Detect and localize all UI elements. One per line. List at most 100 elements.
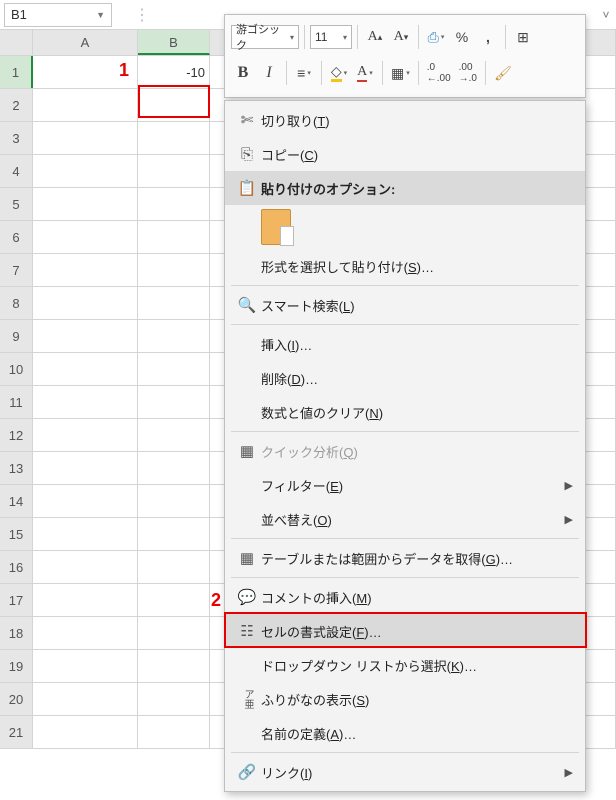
align-button[interactable]: ≡▾ <box>292 59 316 87</box>
row-header[interactable]: 21 <box>0 716 33 748</box>
cell[interactable] <box>138 650 210 682</box>
accounting-format-button[interactable]: ⎙▾ <box>424 23 448 51</box>
cell[interactable] <box>33 221 138 253</box>
row-header[interactable]: 16 <box>0 551 33 583</box>
menu-smart-lookup[interactable]: 🔍 スマート検索(L) <box>225 288 585 322</box>
menu-paste-special[interactable]: 形式を選択して貼り付け(S)… <box>225 249 585 283</box>
row-header[interactable]: 4 <box>0 155 33 187</box>
row-header[interactable]: 11 <box>0 386 33 418</box>
font-name-combo[interactable]: 游ゴシック ▾ <box>231 25 299 49</box>
cell[interactable] <box>33 155 138 187</box>
cell[interactable] <box>33 716 138 748</box>
cell[interactable] <box>138 221 210 253</box>
increase-font-button[interactable]: A▴ <box>363 23 387 51</box>
row-header[interactable]: 19 <box>0 650 33 682</box>
cell[interactable] <box>138 287 210 319</box>
cell[interactable] <box>138 188 210 220</box>
cell[interactable] <box>138 617 210 649</box>
row-header[interactable]: 18 <box>0 617 33 649</box>
menu-pick-from-dropdown[interactable]: ドロップダウン リストから選択(K)… <box>225 648 585 682</box>
menu-copy[interactable]: ⎘ コピー(C) <box>225 137 585 171</box>
menu-clear-contents[interactable]: 数式と値のクリア(N) <box>225 395 585 429</box>
percent-format-button[interactable]: % <box>450 23 474 51</box>
menu-insert[interactable]: 挿入(I)… <box>225 327 585 361</box>
cell[interactable] <box>138 584 210 616</box>
row-header[interactable]: 6 <box>0 221 33 253</box>
cell[interactable] <box>33 683 138 715</box>
menu-show-furigana[interactable]: ア亜 ふりがなの表示(S) <box>225 682 585 716</box>
row-header[interactable]: 2 <box>0 89 33 121</box>
cell[interactable] <box>33 419 138 451</box>
menu-delete[interactable]: 削除(D)… <box>225 361 585 395</box>
paste-option-default[interactable] <box>225 205 585 249</box>
name-box[interactable]: B1 ▼ <box>4 3 112 27</box>
row-header[interactable]: 17 <box>0 584 33 616</box>
cell[interactable] <box>33 584 138 616</box>
row-header[interactable]: 1 <box>0 56 33 88</box>
row-header[interactable]: 3 <box>0 122 33 154</box>
row-header[interactable]: 14 <box>0 485 33 517</box>
row-header[interactable]: 12 <box>0 419 33 451</box>
increase-decimal-button[interactable]: .0←.00 <box>424 59 454 87</box>
fill-color-button[interactable]: ◇▾ <box>327 59 351 87</box>
cell[interactable] <box>138 89 210 121</box>
cell[interactable] <box>33 518 138 550</box>
menu-link[interactable]: 🔗 リンク(I) ▶ <box>225 755 585 789</box>
merge-center-button[interactable]: ⊞ <box>511 23 535 51</box>
row-header[interactable]: 9 <box>0 320 33 352</box>
cell[interactable] <box>138 320 210 352</box>
cell[interactable] <box>138 485 210 517</box>
cell[interactable] <box>138 122 210 154</box>
decrease-decimal-button[interactable]: .00→.0 <box>456 59 480 87</box>
cell-b1[interactable]: -10 <box>138 56 210 88</box>
cell[interactable] <box>33 122 138 154</box>
italic-button[interactable]: I <box>257 59 281 87</box>
cell[interactable] <box>33 485 138 517</box>
cell[interactable] <box>33 551 138 583</box>
cell[interactable] <box>138 155 210 187</box>
cell[interactable] <box>138 452 210 484</box>
cell[interactable] <box>138 386 210 418</box>
cell[interactable] <box>33 254 138 286</box>
cell[interactable] <box>33 617 138 649</box>
cell[interactable] <box>138 551 210 583</box>
font-size-combo[interactable]: 11 ▾ <box>310 25 352 49</box>
cell[interactable] <box>33 287 138 319</box>
expand-formula-bar-icon[interactable]: ˅ <box>596 8 616 22</box>
column-header-a[interactable]: A <box>33 30 138 55</box>
menu-format-cells[interactable]: ☷ セルの書式設定(F)… <box>225 614 585 648</box>
cell[interactable] <box>33 89 138 121</box>
row-header[interactable]: 5 <box>0 188 33 220</box>
row-header[interactable]: 15 <box>0 518 33 550</box>
comma-format-button[interactable]: , <box>476 23 500 51</box>
cell[interactable] <box>33 386 138 418</box>
format-painter-button[interactable]: 🖌 <box>491 59 515 87</box>
cell[interactable] <box>33 452 138 484</box>
row-header[interactable]: 13 <box>0 452 33 484</box>
row-header[interactable]: 8 <box>0 287 33 319</box>
decrease-font-button[interactable]: A▾ <box>389 23 413 51</box>
menu-define-name[interactable]: 名前の定義(A)… <box>225 716 585 750</box>
cell[interactable] <box>138 254 210 286</box>
row-header[interactable]: 10 <box>0 353 33 385</box>
cell[interactable] <box>138 353 210 385</box>
menu-sort[interactable]: 並べ替え(O) ▶ <box>225 502 585 536</box>
cell[interactable] <box>138 518 210 550</box>
menu-insert-comment[interactable]: 💬 コメントの挿入(M) <box>225 580 585 614</box>
cell[interactable] <box>33 353 138 385</box>
cell[interactable] <box>138 419 210 451</box>
cell[interactable] <box>33 650 138 682</box>
row-header[interactable]: 20 <box>0 683 33 715</box>
row-header[interactable]: 7 <box>0 254 33 286</box>
borders-button[interactable]: ▦▾ <box>388 59 413 87</box>
menu-cut[interactable]: ✄ 切り取り(T) <box>225 103 585 137</box>
menu-paste-options[interactable]: 📋 貼り付けのオプション: <box>225 171 585 205</box>
column-header-b[interactable]: B <box>138 30 210 55</box>
bold-button[interactable]: B <box>231 59 255 87</box>
select-all-corner[interactable] <box>0 30 33 55</box>
cell[interactable] <box>138 683 210 715</box>
font-color-button[interactable]: A▾ <box>353 59 377 87</box>
menu-get-data[interactable]: ▦ テーブルまたは範囲からデータを取得(G)… <box>225 541 585 575</box>
cell[interactable] <box>33 320 138 352</box>
cell[interactable] <box>33 188 138 220</box>
